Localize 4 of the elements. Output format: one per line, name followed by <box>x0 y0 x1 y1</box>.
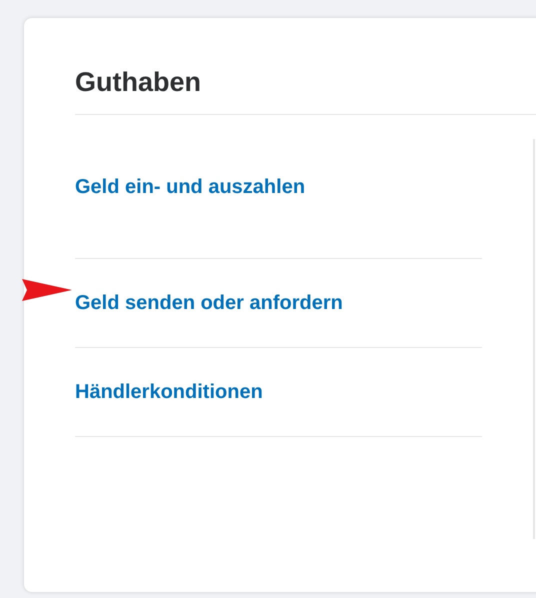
menu-link[interactable]: Händlerkonditionen <box>75 381 263 403</box>
menu-link[interactable]: Geld ein- und auszahlen <box>75 176 306 198</box>
menu-link[interactable]: Geld senden oder anfordern <box>75 292 343 314</box>
card-title: Guthaben <box>75 66 202 99</box>
